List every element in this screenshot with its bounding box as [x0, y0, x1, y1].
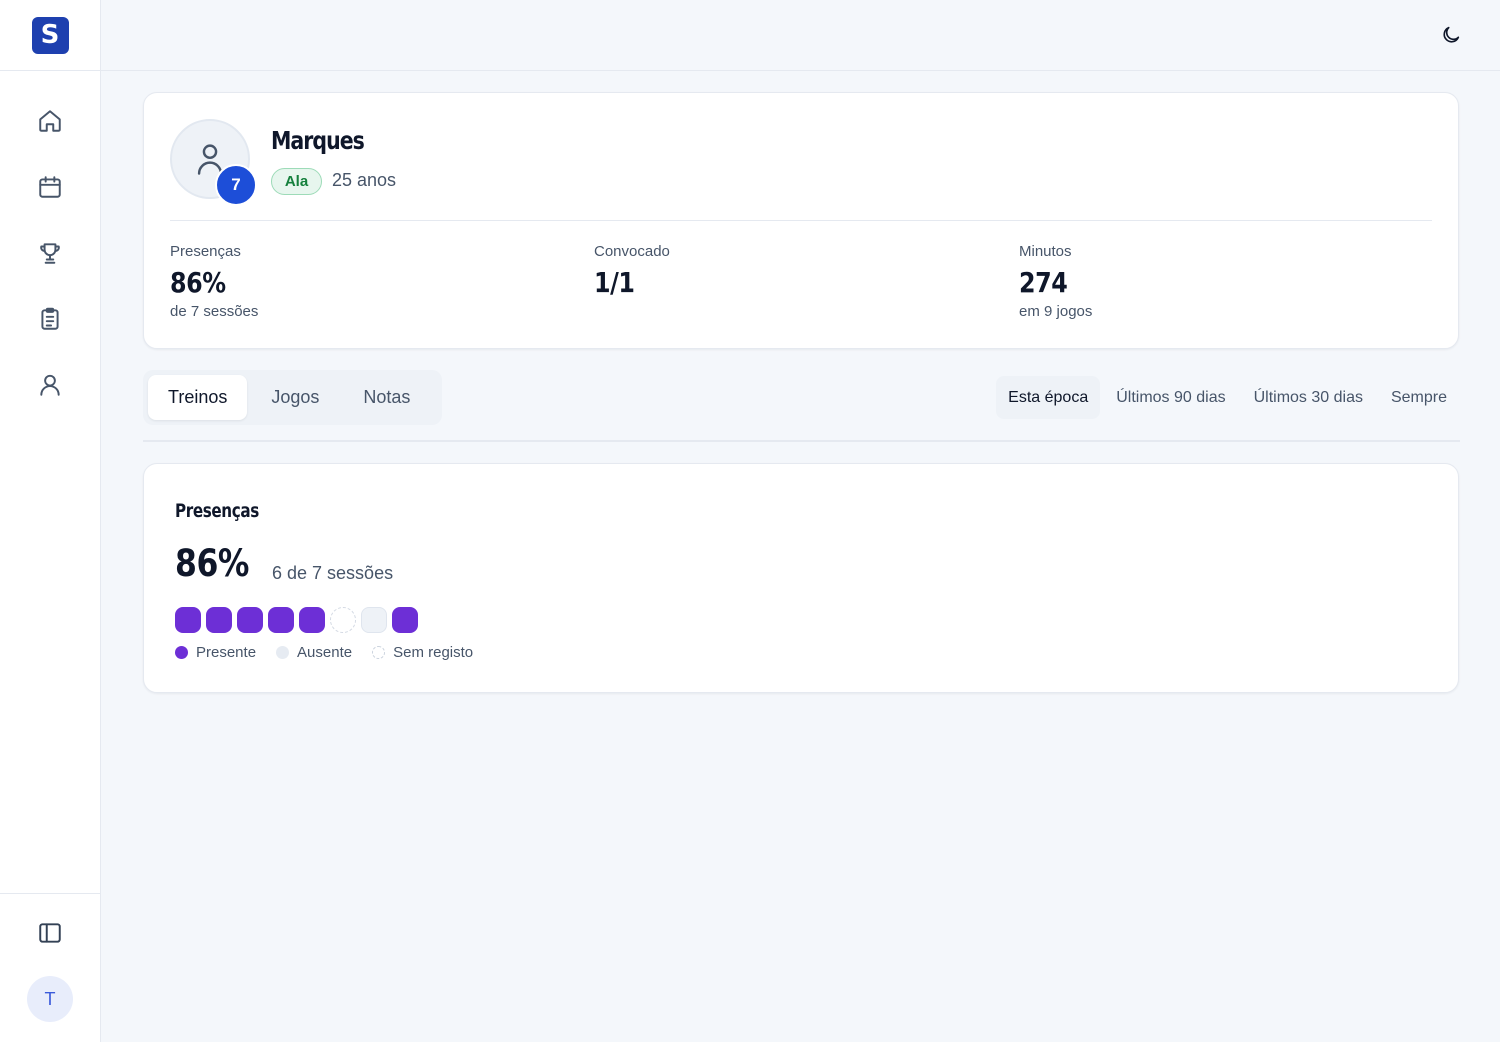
tab-jogos[interactable]: Jogos — [251, 375, 339, 420]
session-dot-present[interactable] — [237, 607, 263, 633]
jersey-number-badge: 7 — [215, 164, 257, 206]
stat-label: Presenças — [170, 243, 241, 260]
clipboard-list-icon — [41, 307, 59, 330]
period-filter: Esta época Últimos 90 dias Últimos 30 di… — [996, 376, 1459, 419]
sidebar-footer: T — [0, 893, 100, 1042]
sidebar-panel-icon[interactable] — [37, 920, 63, 946]
stat-sub: em 9 jogos — [1019, 303, 1093, 320]
legend-label: Sem registo — [393, 644, 474, 661]
legend-label: Ausente — [297, 644, 353, 661]
stat-label: Minutos — [1019, 243, 1072, 260]
legend-absent: Ausente — [276, 644, 352, 661]
logo-area: S — [0, 0, 100, 71]
sidebar-nav — [0, 88, 100, 418]
period-always[interactable]: Sempre — [1379, 376, 1459, 419]
top-bar — [101, 0, 1500, 71]
legend-swatch — [175, 646, 188, 659]
legend-present: Presente — [175, 644, 256, 661]
home-icon — [39, 110, 61, 132]
period-last-90-days[interactable]: Últimos 90 dias — [1104, 376, 1237, 419]
trophy-icon — [40, 243, 60, 264]
stat-value: 1/1 — [594, 266, 635, 299]
attendance-sessions: 6 de 7 sessões — [272, 563, 394, 583]
attendance-title: Presenças — [175, 500, 259, 522]
session-dot-absent[interactable] — [361, 607, 387, 633]
sidebar-item-home[interactable] — [0, 88, 100, 154]
player-profile-card: 7 Marques Ala 25 anos Presenças 86% de 7… — [143, 92, 1459, 349]
period-last-30-days[interactable]: Últimos 30 dias — [1242, 376, 1375, 419]
attendance-percent: 86% — [175, 542, 250, 585]
user-avatar[interactable]: T — [27, 976, 73, 1022]
tab-notas[interactable]: Notas — [343, 375, 430, 420]
stat-sub: de 7 sessões — [170, 303, 259, 320]
tab-treinos[interactable]: Treinos — [148, 375, 248, 420]
player-name: Marques — [271, 126, 365, 155]
section-tabs: Treinos Jogos Notas — [143, 370, 442, 425]
session-dots — [175, 607, 418, 633]
attendance-legend: Presente Ausente Sem registo — [175, 644, 493, 661]
moon-icon[interactable] — [1440, 24, 1462, 46]
legend-swatch — [372, 646, 386, 659]
divider — [143, 440, 1460, 442]
sidebar-item-trophy[interactable] — [0, 220, 100, 286]
position-badge: Ala — [271, 168, 322, 195]
stat-called-up: Convocado 1/1 — [594, 243, 670, 303]
stat-attendance: Presenças 86% de 7 sessões — [170, 243, 258, 320]
app-logo[interactable]: S — [31, 16, 69, 54]
stat-minutes: Minutos 274 em 9 jogos — [1019, 243, 1092, 320]
stat-value: 274 — [1019, 266, 1068, 299]
divider — [170, 220, 1432, 221]
legend-label: Presente — [196, 644, 257, 661]
attendance-card: Presenças 86% 6 de 7 sessões Presente Au… — [143, 463, 1459, 693]
player-age: 25 anos — [332, 170, 397, 190]
stat-label: Convocado — [594, 243, 670, 260]
session-dot-present[interactable] — [175, 607, 201, 633]
session-dot-norecord[interactable] — [330, 607, 356, 633]
sidebar-item-clipboard[interactable] — [0, 286, 100, 352]
user-icon — [40, 374, 60, 396]
stat-value: 86% — [170, 266, 226, 299]
calendar-icon — [39, 176, 61, 198]
sidebar-item-calendar[interactable] — [0, 154, 100, 220]
session-dot-present[interactable] — [268, 607, 294, 633]
legend-no-record: Sem registo — [372, 644, 473, 661]
legend-swatch — [276, 646, 290, 659]
session-dot-present[interactable] — [392, 607, 418, 633]
period-this-season[interactable]: Esta época — [996, 376, 1101, 419]
sidebar: S T — [0, 0, 101, 1042]
session-dot-present[interactable] — [206, 607, 232, 633]
session-dot-present[interactable] — [299, 607, 325, 633]
sidebar-item-user[interactable] — [0, 352, 100, 418]
